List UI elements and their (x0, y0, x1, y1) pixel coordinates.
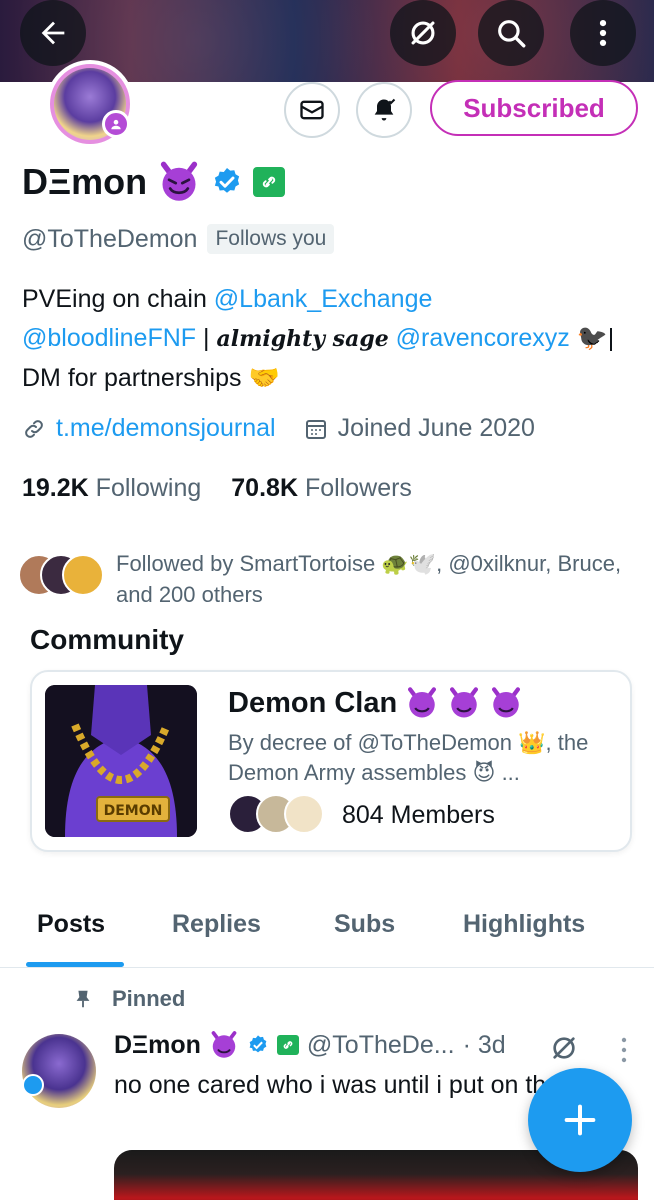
community-name-row: Demon Clan (228, 686, 523, 720)
avatar (284, 794, 324, 834)
followers-count: 70.8K (231, 474, 298, 502)
search-icon (498, 20, 526, 48)
message-button[interactable] (284, 82, 340, 138)
joined-date: Joined June 2020 (337, 414, 535, 442)
followed-by-text: Followed by SmartTortoise 🐢🕊️, @0xilknur… (116, 551, 622, 607)
post-author-avatar[interactable] (22, 1034, 96, 1108)
tab-highlights[interactable]: Highlights (463, 910, 585, 939)
avatar (62, 554, 104, 596)
following-count: 19.2K (22, 474, 89, 502)
following-label: Following (95, 474, 202, 502)
subscription-badge-icon (22, 1074, 44, 1096)
pin-icon (76, 990, 90, 1008)
member-count: 804 Members (342, 800, 495, 829)
subscribed-button[interactable]: Subscribed (430, 80, 638, 136)
mention-link[interactable]: @ravencorexyz (396, 324, 570, 352)
smiling-devil-icon (211, 1031, 237, 1058)
display-name: DΞmon (22, 161, 148, 202)
pinned-label: Pinned (112, 986, 186, 1011)
grok-icon[interactable] (548, 1032, 580, 1064)
community-section-title: Community (30, 624, 184, 655)
community-name: Demon Clan (228, 686, 398, 719)
bio-gothic-text: almighty sage (216, 326, 389, 352)
followed-by[interactable]: Followed by SmartTortoise 🐢🕊️, @0xilknur… (18, 548, 636, 610)
more-vertical-icon (599, 19, 607, 47)
follows-you-badge: Follows you (207, 224, 335, 254)
bio-text: PVEing on chain (22, 285, 214, 313)
grok-button[interactable] (390, 0, 456, 66)
post-author-name[interactable]: DΞmon (114, 1031, 201, 1060)
arrow-left-icon (41, 21, 65, 45)
back-button[interactable] (20, 0, 86, 66)
search-button[interactable] (478, 0, 544, 66)
community-members: 804 Members (228, 794, 495, 836)
post-author-handle: @ToTheDe... (306, 1030, 455, 1059)
bell-check-icon (374, 98, 396, 121)
community-image: DEMON (45, 685, 197, 837)
more-vertical-icon[interactable] (612, 1034, 636, 1066)
member-avatars (228, 794, 328, 836)
handle-row: @ToTheDemon Follows you (22, 224, 335, 254)
name-row: DΞmon (22, 160, 286, 204)
profile-handle: @ToTheDemon (22, 224, 198, 253)
active-tab-indicator (26, 962, 124, 967)
plus-icon (564, 1104, 596, 1136)
smiling-devil-icon (450, 687, 479, 718)
profile-bio: PVEing on chain @Lbank_Exchange @bloodli… (22, 280, 642, 398)
smiling-devil-icon (408, 687, 437, 718)
bio-text: DM for partnerships 🤝 (22, 364, 280, 392)
notifications-button[interactable] (356, 82, 412, 138)
bio-text: 🐦‍⬛| (569, 324, 615, 352)
link-icon (25, 419, 43, 438)
followers-stat[interactable]: 70.8K Followers (231, 474, 412, 503)
follow-stats: 19.2K Following 70.8K Followers (22, 474, 412, 503)
followers-label: Followers (304, 474, 412, 502)
envelope-icon (300, 100, 324, 120)
website-link[interactable]: t.me/demonsjournal (56, 414, 276, 443)
pinned-indicator: Pinned (72, 986, 185, 1012)
compose-post-button[interactable] (528, 1068, 632, 1172)
smiling-devil-icon (492, 687, 521, 718)
grok-icon (411, 21, 435, 45)
following-stat[interactable]: 19.2K Following (22, 474, 201, 503)
mention-link[interactable]: @bloodlineFNF (22, 324, 196, 352)
verified-badge-icon (249, 1035, 267, 1053)
subscription-badge-icon (102, 110, 130, 138)
profile-meta: t.me/demonsjournal Joined June 2020 (22, 414, 535, 443)
affiliate-badge-icon (276, 1035, 299, 1055)
smiling-devil-icon (161, 161, 198, 201)
profile-tabs: Posts Replies Subs Highlights (0, 896, 654, 968)
post-time: · 3d (462, 1030, 506, 1059)
affiliate-badge-icon[interactable] (253, 167, 286, 197)
tab-replies[interactable]: Replies (172, 910, 261, 939)
community-description: By decree of @ToTheDemon 👑, the Demon Ar… (228, 730, 589, 785)
followed-by-avatars (18, 554, 106, 600)
more-options-button[interactable] (570, 0, 636, 66)
post-header: DΞmon @ToTheDe... · 3d (114, 1030, 506, 1060)
verified-badge-icon[interactable] (211, 166, 243, 198)
bio-text: | (196, 324, 217, 352)
community-card[interactable]: DEMON Demon Clan By decree of @ToTheDemo… (30, 670, 632, 852)
calendar-icon (305, 419, 326, 439)
tab-subs[interactable]: Subs (334, 910, 395, 939)
tab-posts[interactable]: Posts (37, 910, 105, 939)
community-image-label: DEMON (104, 803, 163, 819)
mention-link[interactable]: @Lbank_Exchange (214, 285, 433, 313)
